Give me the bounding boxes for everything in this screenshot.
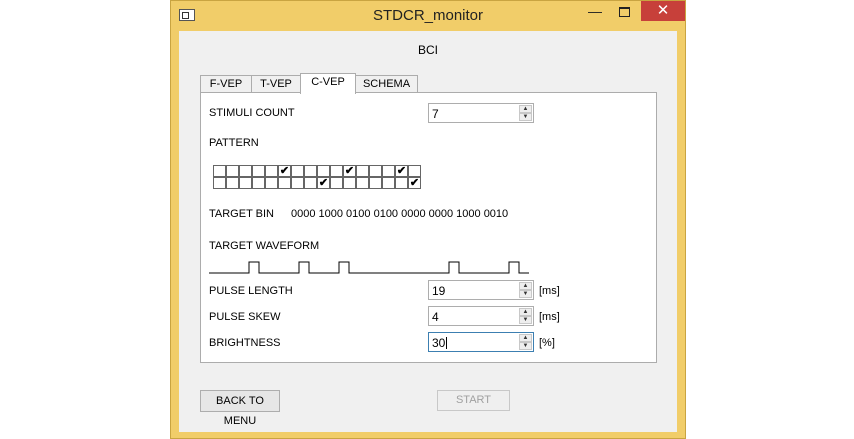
pattern-cell[interactable] (265, 165, 278, 177)
pattern-cell[interactable] (382, 177, 395, 189)
close-button[interactable]: ✕ (641, 1, 685, 21)
spin-down-arrow[interactable]: ▼ (519, 342, 532, 350)
pulse-skew-unit: [ms] (539, 311, 560, 323)
pulse-skew-value: 4 (432, 310, 439, 324)
c-vep-panel: STIMULI COUNT 7 ▲ ▼ PATTERN ✔ ✔ ✔ ✔ ✔ TARGET… (200, 92, 657, 363)
pattern-cell[interactable] (213, 177, 226, 189)
pattern-cell-checked[interactable]: ✔ (395, 165, 408, 177)
pattern-cell[interactable] (369, 177, 382, 189)
pattern-cell[interactable] (226, 177, 239, 189)
title-bar[interactable]: STDCR_monitor — ✕ (171, 1, 685, 31)
target-bin-label: TARGET BIN (209, 208, 274, 220)
spin-up-arrow[interactable]: ▲ (519, 334, 532, 342)
spin-down-arrow[interactable]: ▼ (519, 290, 532, 298)
pattern-cell[interactable] (369, 165, 382, 177)
spin-up-arrow[interactable]: ▲ (519, 308, 532, 316)
start-button[interactable]: START (437, 390, 510, 411)
maximize-button[interactable] (611, 1, 637, 21)
pattern-cell[interactable] (239, 177, 252, 189)
pulse-skew-label: PULSE SKEW (209, 311, 281, 323)
tab-f-vep[interactable]: F-VEP (200, 75, 252, 93)
pattern-cell-checked[interactable]: ✔ (278, 165, 291, 177)
pattern-cell[interactable] (278, 177, 291, 189)
pattern-cell[interactable] (304, 165, 317, 177)
pulse-length-label: PULSE LENGTH (209, 285, 293, 297)
stimuli-count-value: 7 (432, 107, 439, 121)
pattern-cell[interactable] (343, 177, 356, 189)
pattern-cell[interactable] (265, 177, 278, 189)
pattern-cell[interactable] (252, 165, 265, 177)
spin-up-arrow[interactable]: ▲ (519, 105, 532, 113)
pattern-cell[interactable] (330, 177, 343, 189)
pattern-label: PATTERN (209, 137, 259, 149)
app-window: STDCR_monitor — ✕ BCI F-VEP T-VEP C-VEP … (170, 0, 686, 439)
brightness-spinbox[interactable]: 30 ▲ ▼ (428, 332, 534, 352)
pattern-cell[interactable] (356, 177, 369, 189)
minimize-button[interactable]: — (582, 1, 608, 21)
spin-up-arrow[interactable]: ▲ (519, 282, 532, 290)
pattern-cell[interactable] (291, 177, 304, 189)
close-icon: ✕ (656, 2, 670, 19)
pattern-cell[interactable] (291, 165, 304, 177)
pulse-length-value: 19 (432, 284, 446, 298)
brightness-label: BRIGHTNESS (209, 337, 281, 349)
pattern-cell[interactable] (356, 165, 369, 177)
tab-schema[interactable]: SCHEMA (355, 75, 418, 93)
pattern-cell[interactable] (408, 165, 421, 177)
back-to-menu-button[interactable]: BACK TO MENU (200, 390, 280, 427)
tab-c-vep[interactable]: C-VEP (300, 73, 356, 94)
stimuli-count-spinbox[interactable]: 7 ▲ ▼ (428, 103, 534, 123)
pulse-length-unit: [ms] (539, 285, 560, 297)
target-bin-value: 0000 1000 0100 0100 0000 0000 1000 0010 (291, 208, 509, 220)
maximize-icon (618, 7, 630, 17)
spin-down-arrow[interactable]: ▼ (519, 316, 532, 324)
pattern-cell-checked[interactable]: ✔ (408, 177, 421, 189)
pattern-cell[interactable] (304, 177, 317, 189)
page-title: BCI (417, 43, 438, 57)
pattern-cell[interactable] (252, 177, 265, 189)
pulse-length-spinbox[interactable]: 19 ▲ ▼ (428, 280, 534, 300)
pattern-cell[interactable] (330, 165, 343, 177)
pattern-cell[interactable] (239, 165, 252, 177)
pattern-cell-checked[interactable]: ✔ (317, 177, 330, 189)
pattern-cell[interactable] (382, 165, 395, 177)
pattern-cell[interactable] (213, 165, 226, 177)
pulse-skew-spinbox[interactable]: 4 ▲ ▼ (428, 306, 534, 326)
target-waveform (209, 261, 529, 274)
waveform-line (209, 261, 529, 274)
brightness-value: 30 (432, 336, 448, 350)
client-area: BCI F-VEP T-VEP C-VEP SCHEMA STIMULI COU… (179, 31, 677, 432)
spin-down-arrow[interactable]: ▼ (519, 113, 532, 121)
brightness-unit: [%] (539, 337, 555, 349)
pattern-cell[interactable] (317, 165, 330, 177)
pattern-cell[interactable] (395, 177, 408, 189)
target-waveform-label: TARGET WAVEFORM (209, 240, 320, 252)
pattern-cell-checked[interactable]: ✔ (343, 165, 356, 177)
pattern-cell[interactable] (226, 165, 239, 177)
stimuli-count-label: STIMULI COUNT (209, 107, 295, 119)
tab-t-vep[interactable]: T-VEP (251, 75, 301, 93)
minimize-icon: — (588, 3, 602, 19)
